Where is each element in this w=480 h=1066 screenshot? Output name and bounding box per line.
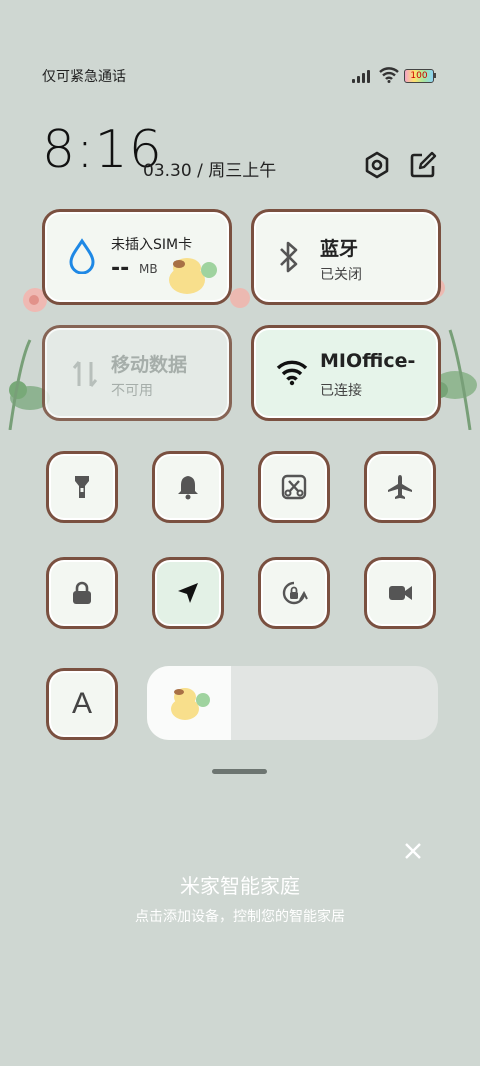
wifi-status-icon — [379, 67, 399, 83]
bluetooth-status: 已关闭 — [320, 267, 362, 283]
mihome-title[interactable]: 米家智能家庭 — [0, 870, 480, 899]
airplane-icon — [388, 475, 412, 499]
screen-record-button[interactable] — [364, 557, 436, 629]
edit-icon[interactable] — [408, 150, 438, 180]
bluetooth-tile[interactable]: 蓝牙 已关闭 — [251, 209, 441, 305]
brightness-slider[interactable] — [147, 666, 438, 740]
character-sticker — [169, 258, 217, 294]
font-size-button[interactable]: A — [46, 668, 118, 740]
location-button[interactable] — [152, 557, 224, 629]
settings-icon[interactable] — [362, 150, 392, 180]
drag-handle[interactable] — [212, 769, 267, 774]
wifi-icon — [276, 360, 308, 386]
rotation-lock-icon — [282, 581, 308, 605]
bluetooth-title: 蓝牙 — [320, 238, 359, 260]
rotation-lock-button[interactable] — [258, 557, 330, 629]
screenshot-icon — [281, 474, 307, 500]
flashlight-icon — [75, 476, 89, 498]
lock-screen-button[interactable] — [46, 557, 118, 629]
wifi-tile[interactable]: MIOffice- 已连接 — [251, 325, 441, 421]
status-text: 仅可紧急通话 — [42, 69, 126, 85]
bluetooth-icon — [280, 241, 298, 273]
font-icon: A — [71, 687, 92, 720]
brightness-sticker-icon — [171, 688, 210, 720]
battery-icon: 100 — [404, 69, 434, 83]
clock-date: 03.30 / 周三上午 — [143, 161, 277, 181]
silent-mode-button[interactable] — [152, 451, 224, 523]
mobile-data-tile[interactable]: 移动数据 不可用 — [42, 325, 232, 421]
video-icon — [389, 586, 412, 600]
water-drop-icon — [69, 238, 95, 274]
data-arrows-icon — [72, 361, 98, 387]
mobile-data-status: 不可用 — [111, 383, 153, 399]
flashlight-button[interactable] — [46, 451, 118, 523]
location-icon — [178, 583, 198, 603]
screenshot-button[interactable] — [258, 451, 330, 523]
close-icon[interactable] — [402, 840, 424, 862]
airplane-mode-button[interactable] — [364, 451, 436, 523]
lock-icon — [73, 581, 91, 604]
status-icons: 100 — [352, 66, 442, 86]
sim-unit: MB — [139, 262, 158, 276]
sim-tile[interactable]: 未插入SIM卡 -- MB — [42, 209, 232, 305]
sim-value: -- — [111, 256, 130, 281]
wifi-network-name: MIOffice- — [320, 350, 416, 372]
mihome-subtitle[interactable]: 点击添加设备，控制您的智能家居 — [0, 906, 480, 926]
mobile-data-title: 移动数据 — [111, 354, 188, 376]
wifi-status: 已连接 — [320, 383, 362, 399]
bell-icon — [178, 476, 198, 500]
